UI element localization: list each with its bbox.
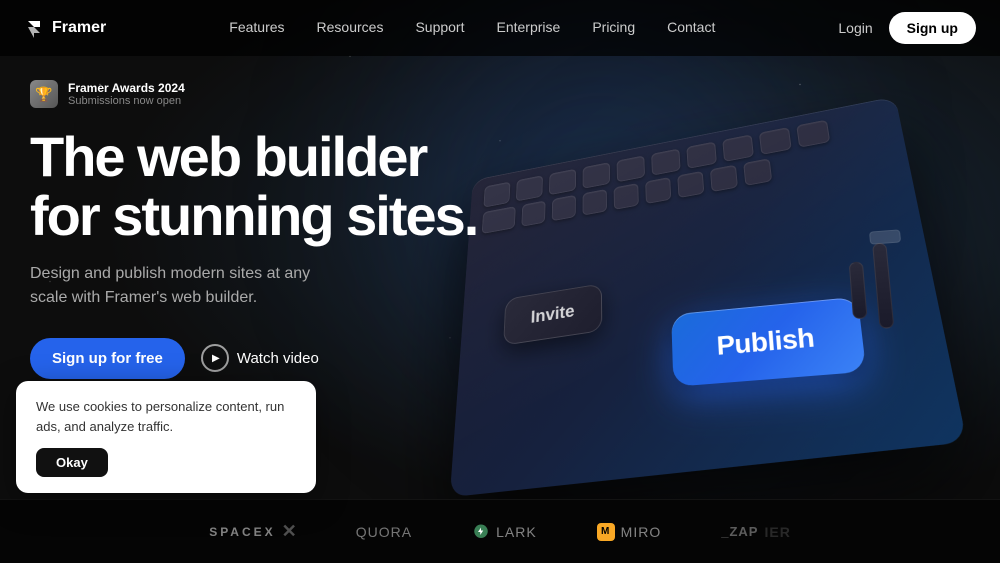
framer-logo-icon — [24, 18, 44, 38]
key — [583, 189, 607, 216]
cookie-okay-button[interactable]: Okay — [36, 448, 108, 477]
award-badge: 🏆 Framer Awards 2024 Submissions now ope… — [30, 80, 477, 108]
key — [722, 134, 754, 162]
logo-spacex: SPACEX ✕ — [209, 521, 296, 542]
key — [483, 182, 510, 208]
key — [549, 169, 576, 195]
hero-heading-line2: for stunning sites. — [30, 184, 477, 247]
nav-enterprise[interactable]: Enterprise — [497, 19, 561, 35]
key — [645, 177, 671, 204]
key — [617, 155, 645, 182]
navbar: Framer Features Resources Support Enterp… — [0, 0, 1000, 56]
key — [516, 175, 543, 201]
key — [759, 127, 792, 155]
key — [677, 171, 704, 198]
hero-heading-line1: The web builder — [30, 125, 426, 188]
nav-resources[interactable]: Resources — [317, 19, 384, 35]
key — [686, 141, 717, 168]
logo[interactable]: Framer — [24, 18, 106, 38]
award-icon: 🏆 — [30, 80, 58, 108]
award-title: Framer Awards 2024 — [68, 81, 185, 95]
nav-features[interactable]: Features — [229, 19, 284, 35]
nav-contact[interactable]: Contact — [667, 19, 715, 35]
hero-3d-element: Invite Publish — [440, 60, 920, 480]
watch-video-label: Watch video — [237, 350, 319, 367]
login-link[interactable]: Login — [838, 20, 872, 36]
logo-zapier: _zap ier — [721, 524, 791, 540]
signup-free-button[interactable]: Sign up for free — [30, 338, 185, 379]
key — [743, 158, 772, 186]
logo-quora: Quora — [356, 524, 412, 540]
nav-links: Features Resources Support Enterprise Pr… — [229, 19, 715, 37]
key — [796, 120, 830, 148]
cookie-banner: We use cookies to personalize content, r… — [16, 381, 316, 493]
nav-right: Login Sign up — [838, 12, 976, 44]
key — [482, 206, 516, 234]
key — [521, 200, 545, 226]
key — [552, 195, 576, 221]
key — [583, 162, 610, 189]
key — [614, 183, 639, 210]
logo-lark: Lark — [472, 523, 537, 541]
hero-heading: The web builder for stunning sites. — [30, 128, 477, 246]
logo-miro: m miro — [597, 523, 662, 541]
play-icon: ▶ — [201, 344, 229, 372]
hero-cta: Sign up for free ▶ Watch video — [30, 338, 477, 379]
logos-bar: SPACEX ✕ Quora Lark m miro _zap ier — [0, 499, 1000, 563]
key — [651, 148, 680, 175]
award-subtitle: Submissions now open — [68, 95, 185, 107]
cookie-text: We use cookies to personalize content, r… — [36, 397, 296, 436]
hero-content: 🏆 Framer Awards 2024 Submissions now ope… — [30, 80, 477, 379]
slider-handle — [869, 229, 901, 244]
logo-label: Framer — [52, 19, 106, 37]
nav-support[interactable]: Support — [415, 19, 464, 35]
lark-icon — [472, 523, 490, 541]
hero-subtext: Design and publish modern sites at any s… — [30, 262, 350, 310]
award-text: Framer Awards 2024 Submissions now open — [68, 81, 185, 107]
watch-video-button[interactable]: ▶ Watch video — [201, 344, 319, 372]
miro-icon: m — [597, 523, 615, 541]
nav-pricing[interactable]: Pricing — [592, 19, 635, 35]
key — [710, 165, 738, 192]
signup-button[interactable]: Sign up — [889, 12, 976, 44]
